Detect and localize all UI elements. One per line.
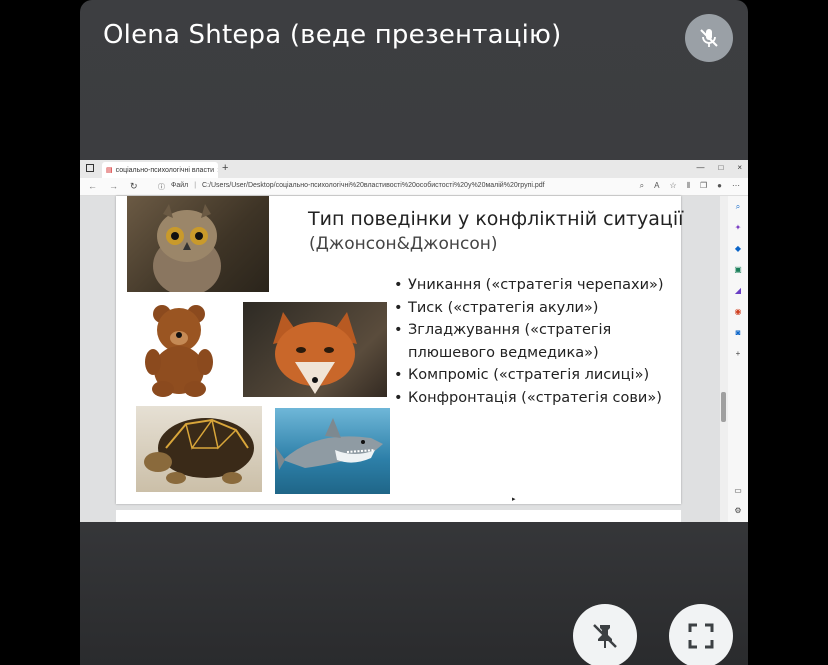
- bullet-item: Конфронтація («стратегія сови»): [394, 387, 684, 410]
- profile-icon[interactable]: ●: [717, 181, 722, 191]
- pdf-page: Тип поведінки у конфліктній ситуації (Дж…: [116, 196, 684, 504]
- window-menu-icon[interactable]: [86, 164, 94, 172]
- fox-image: [243, 302, 387, 397]
- slide-bullets: Уникання («стратегія черепахи») Тиск («с…: [394, 274, 684, 409]
- owl-image: [127, 196, 269, 292]
- bullet-item: Тиск («стратегія акули»): [394, 297, 684, 320]
- bullet-item: Компроміс («стратегія лисиці»): [394, 364, 684, 387]
- search-icon[interactable]: ⌕: [733, 202, 743, 212]
- more-icon[interactable]: ⋯: [732, 181, 740, 191]
- outlook-icon[interactable]: ◙: [733, 328, 743, 338]
- pdf-scrollbar[interactable]: [720, 196, 728, 522]
- browser-tab-bar: ▤ соціально-психологічні власти × + — □ …: [80, 160, 748, 178]
- sparkle-icon[interactable]: ✦: [733, 223, 743, 233]
- slide-subtitle: (Джонсон&Джонсон): [309, 234, 498, 254]
- unpin-icon: [593, 624, 617, 648]
- maximize-button[interactable]: □: [718, 163, 723, 172]
- shopping-icon[interactable]: ◆: [733, 244, 743, 254]
- collections-icon[interactable]: ❐: [700, 181, 707, 191]
- sidebar-layout-icon[interactable]: ▭: [733, 486, 743, 496]
- pdf-viewer[interactable]: Тип поведінки у конфліктній ситуації (Дж…: [80, 196, 720, 522]
- back-icon[interactable]: ←: [88, 181, 97, 192]
- browser-tab[interactable]: ▤ соціально-психологічні власти ×: [102, 162, 218, 178]
- tab-title: соціально-психологічні власти: [115, 166, 215, 174]
- url-scheme-label: Файл: [171, 182, 189, 189]
- unpin-button[interactable]: [573, 604, 637, 665]
- bullet-item: Уникання («стратегія черепахи»): [394, 274, 684, 297]
- favorite-icon[interactable]: ☆: [669, 181, 676, 191]
- url-separator: |: [194, 182, 197, 189]
- bullet-item: Згладжування («стратегія плюшевого ведме…: [394, 319, 684, 364]
- pdf-icon: ▤: [106, 167, 113, 174]
- shark-image: [275, 408, 390, 494]
- mic-off-icon[interactable]: [685, 14, 733, 62]
- edge-sidebar: ⌕ ✦ ◆ ▣ ◢ ◉ ◙ + ▭ ⚙: [728, 196, 748, 522]
- fullscreen-button[interactable]: [669, 604, 733, 665]
- slide-title: Тип поведінки у конфліктній ситуації: [308, 208, 684, 230]
- close-window-button[interactable]: ×: [737, 163, 742, 172]
- fullscreen-icon: [688, 623, 714, 649]
- add-sidebar-icon[interactable]: +: [733, 349, 743, 359]
- pdf-next-page: [116, 510, 681, 522]
- settings-icon[interactable]: ⚙: [733, 506, 743, 516]
- refresh-icon[interactable]: ↻: [130, 181, 138, 192]
- forward-icon[interactable]: →: [109, 181, 118, 192]
- zoom-icon[interactable]: ⌕: [640, 181, 644, 191]
- new-tab-button[interactable]: +: [222, 162, 228, 174]
- mouse-cursor-icon: ▸: [512, 496, 516, 503]
- tab-close-icon[interactable]: ×: [217, 166, 218, 175]
- scroll-thumb[interactable]: [721, 392, 726, 422]
- minimize-button[interactable]: —: [696, 163, 704, 172]
- games-icon[interactable]: ◢: [733, 286, 743, 296]
- presenter-name: Olena Shtepa (веде презентацію): [103, 20, 562, 50]
- office-icon[interactable]: ◉: [733, 307, 743, 317]
- shared-screen: ▤ соціально-психологічні власти × + — □ …: [80, 160, 748, 522]
- mic-off-glyph: [700, 29, 718, 47]
- read-aloud-icon[interactable]: A: [654, 181, 659, 191]
- address-bar: ← → ↻ ⓘ Файл | C:/Users/User/Desktop/соц…: [80, 178, 748, 196]
- url-text: C:/Users/User/Desktop/соціально-психолог…: [202, 182, 545, 189]
- split-screen-icon[interactable]: ⫴: [687, 181, 690, 191]
- url-field[interactable]: ⓘ Файл | C:/Users/User/Desktop/соціально…: [158, 182, 545, 192]
- turtle-image: [136, 406, 262, 492]
- tools-icon[interactable]: ▣: [733, 265, 743, 275]
- presenter-tile: Olena Shtepa (веде презентацію) ▤ соціал…: [80, 0, 748, 665]
- teddy-bear-image: [136, 300, 222, 398]
- info-icon: ⓘ: [158, 184, 165, 191]
